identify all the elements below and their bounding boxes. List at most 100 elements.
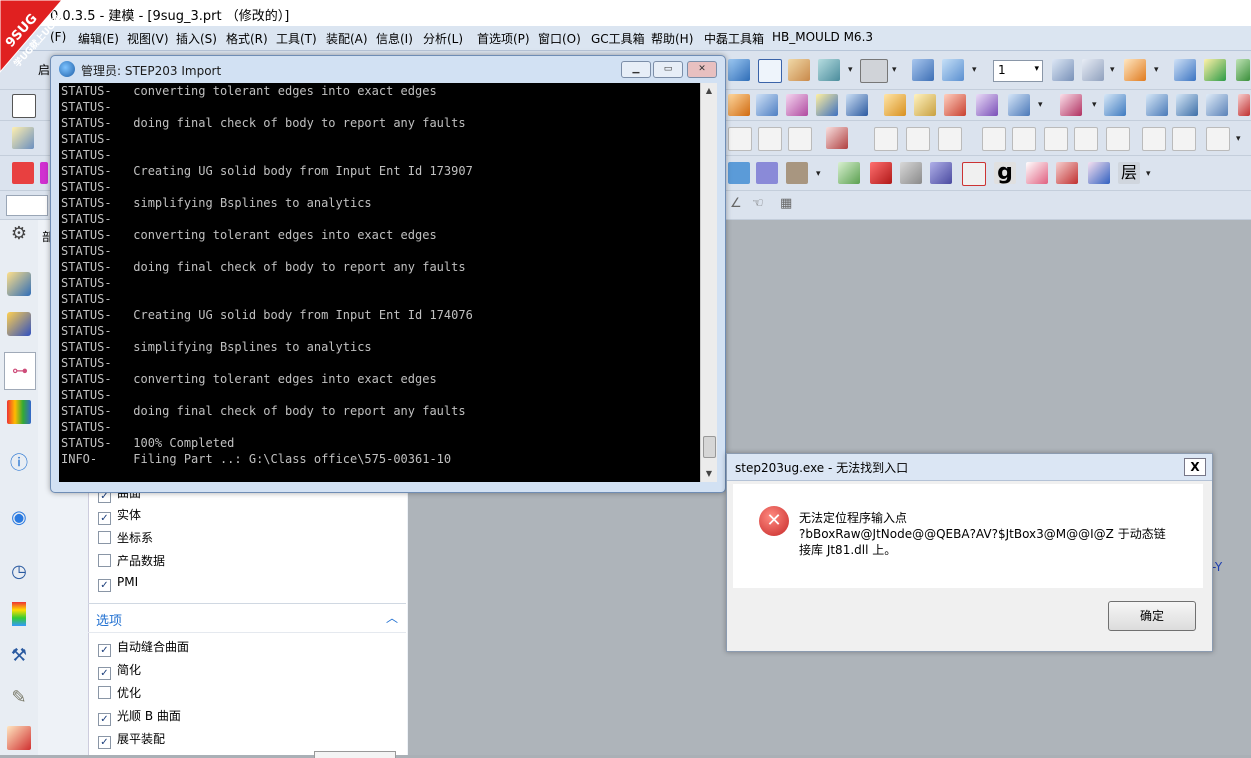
options-section-header[interactable]: 选项 ︿ — [88, 603, 406, 633]
menu-preferences[interactable]: 首选项(P) — [477, 30, 530, 47]
menu-info[interactable]: 信息(I) — [376, 30, 413, 47]
sphere-icon[interactable] — [1008, 94, 1030, 116]
section-view-icon[interactable] — [976, 94, 998, 116]
menu-gc-toolbox[interactable]: GC工具箱 — [591, 30, 645, 47]
hidden-edge-icon[interactable] — [962, 162, 986, 186]
checkbox[interactable]: ✓ — [98, 512, 111, 525]
assembly-navigator-icon[interactable] — [7, 312, 31, 336]
record-icon[interactable] — [1056, 162, 1078, 184]
checkbox-row-product-data[interactable]: 产品数据 — [98, 552, 165, 570]
color-swatch-icon[interactable] — [860, 59, 888, 83]
chevron-down-icon[interactable]: ▾ — [1154, 65, 1159, 75]
helix-icon[interactable] — [1206, 127, 1230, 151]
chevron-down-icon[interactable]: ▾ — [1038, 100, 1043, 110]
color-red-swatch[interactable] — [12, 162, 34, 184]
checkbox-row-flatten[interactable]: ✓ 展平装配 — [98, 730, 165, 749]
menu-assembly[interactable]: 装配(A) — [326, 30, 368, 47]
manufacturing-icon[interactable] — [7, 726, 31, 750]
block-icon[interactable] — [728, 59, 750, 81]
web-browser-icon[interactable]: ◉ — [7, 506, 31, 530]
close-button[interactable]: X — [1184, 458, 1206, 476]
menu-analysis[interactable]: 分析(L) — [423, 30, 463, 47]
select-filter-icon[interactable] — [12, 127, 34, 149]
minimize-button[interactable]: ▁ — [621, 61, 651, 78]
extend-curve-icon[interactable] — [1044, 127, 1068, 151]
menu-window[interactable]: 窗口(O) — [538, 30, 581, 47]
move-icon[interactable] — [942, 59, 964, 81]
layer-visible-icon[interactable] — [1082, 59, 1104, 81]
chevron-down-icon[interactable]: ▾ — [816, 169, 821, 179]
part-navigator-icon[interactable] — [7, 272, 31, 296]
checkbox[interactable] — [98, 531, 111, 544]
line-icon[interactable] — [758, 127, 782, 151]
layer-icon[interactable]: 层 — [1118, 162, 1140, 184]
gear-icon[interactable]: ⚙ — [7, 222, 31, 246]
checkbox[interactable] — [98, 554, 111, 567]
chevron-down-icon[interactable]: ▾ — [848, 65, 853, 75]
offset-face-icon[interactable] — [884, 94, 906, 116]
snap-point-icon[interactable]: ☜ — [752, 196, 764, 211]
join-curve-icon[interactable] — [1074, 127, 1098, 151]
shaded-red-icon[interactable] — [870, 162, 892, 184]
checkbox[interactable] — [98, 686, 111, 699]
chevron-down-icon[interactable]: ▾ — [892, 65, 897, 75]
console-scrollbar[interactable]: ▲ ▼ — [700, 83, 717, 482]
color-lavender-swatch[interactable] — [756, 162, 778, 184]
bridge-curve-icon[interactable] — [906, 127, 930, 151]
checkbox-row-auto-sew[interactable]: ✓ 自动缝合曲面 — [98, 638, 189, 657]
intersect-curve-icon[interactable] — [788, 127, 812, 151]
system-materials-icon[interactable]: ✎ — [7, 686, 31, 710]
composite-curve-icon[interactable] — [1142, 127, 1166, 151]
chevron-down-icon[interactable]: ▾ — [1092, 100, 1097, 110]
measure-icon[interactable] — [1174, 59, 1196, 81]
history-clock-icon[interactable]: ◷ — [7, 560, 31, 584]
face-blend-icon[interactable] — [944, 94, 966, 116]
scroll-up-icon[interactable]: ▲ — [701, 83, 717, 99]
menu-hb-mould[interactable]: HB_MOULD M6.3 — [772, 30, 873, 44]
mesh-surface-icon[interactable] — [1146, 94, 1168, 116]
extrude-icon[interactable] — [728, 94, 750, 116]
view-orient-icon[interactable] — [818, 59, 840, 81]
scrollbar-thumb[interactable] — [703, 436, 716, 458]
roles-icon[interactable]: ⚒ — [7, 644, 31, 668]
scroll-down-icon[interactable]: ▼ — [701, 466, 717, 482]
studio-surface-icon[interactable] — [1206, 94, 1228, 116]
offset-curve-icon[interactable] — [874, 127, 898, 151]
menu-view[interactable]: 视图(V) — [127, 30, 169, 47]
error-dialog[interactable]: step203ug.exe - 无法找到入口 X ✕ 无法定位程序输入点 ?bB… — [726, 453, 1213, 652]
reuse-library-icon[interactable] — [7, 400, 31, 424]
shell-icon[interactable] — [846, 94, 868, 116]
filter-select[interactable] — [6, 195, 48, 216]
more-tools-icon[interactable] — [1236, 59, 1250, 81]
checkbox-row-solid[interactable]: ✓ 实体 — [98, 506, 141, 525]
render-style-icon[interactable] — [838, 162, 860, 184]
shaded-part-icon[interactable] — [788, 59, 810, 81]
ok-button[interactable]: 确定 — [1108, 601, 1196, 631]
info-icon[interactable]: ⓘ — [7, 452, 31, 476]
menu-zhonglei-toolbox[interactable]: 中磊工具箱 — [704, 30, 764, 47]
layer-settings-icon[interactable] — [1052, 59, 1074, 81]
trim-curve-icon[interactable] — [1012, 127, 1036, 151]
checkbox-row-pmi[interactable]: ✓ PMI — [98, 575, 138, 593]
box-icon[interactable] — [1088, 162, 1110, 184]
split-curve-icon[interactable] — [982, 127, 1006, 151]
shaded-gray-icon[interactable] — [900, 162, 922, 184]
checkbox[interactable]: ✓ — [98, 713, 111, 726]
g-icon[interactable]: g — [994, 162, 1016, 184]
checkbox[interactable]: ✓ — [98, 579, 111, 592]
wcs-icon[interactable] — [912, 59, 934, 81]
console-window[interactable]: 管理员: STEP203 Import ▁ ▭ ✕ STATUS- conver… — [50, 55, 726, 493]
sweep-icon[interactable] — [756, 94, 778, 116]
more-surface-icon[interactable] — [1238, 94, 1250, 116]
color-magenta-swatch[interactable] — [40, 162, 48, 184]
trim-body-icon[interactable] — [816, 94, 838, 116]
face-analysis-icon[interactable] — [1026, 162, 1048, 184]
checkbox-row-simplify[interactable]: ✓ 简化 — [98, 661, 141, 680]
project-curve-icon[interactable] — [826, 127, 848, 149]
chevron-down-icon[interactable]: ▾ — [1110, 65, 1115, 75]
boolean-icon[interactable] — [786, 94, 808, 116]
close-button[interactable]: ✕ — [687, 61, 717, 78]
chevron-up-icon[interactable]: ︿ — [386, 609, 398, 626]
constraint-navigator-icon[interactable]: ⊶ — [4, 352, 36, 390]
palette-icon[interactable] — [12, 602, 26, 626]
